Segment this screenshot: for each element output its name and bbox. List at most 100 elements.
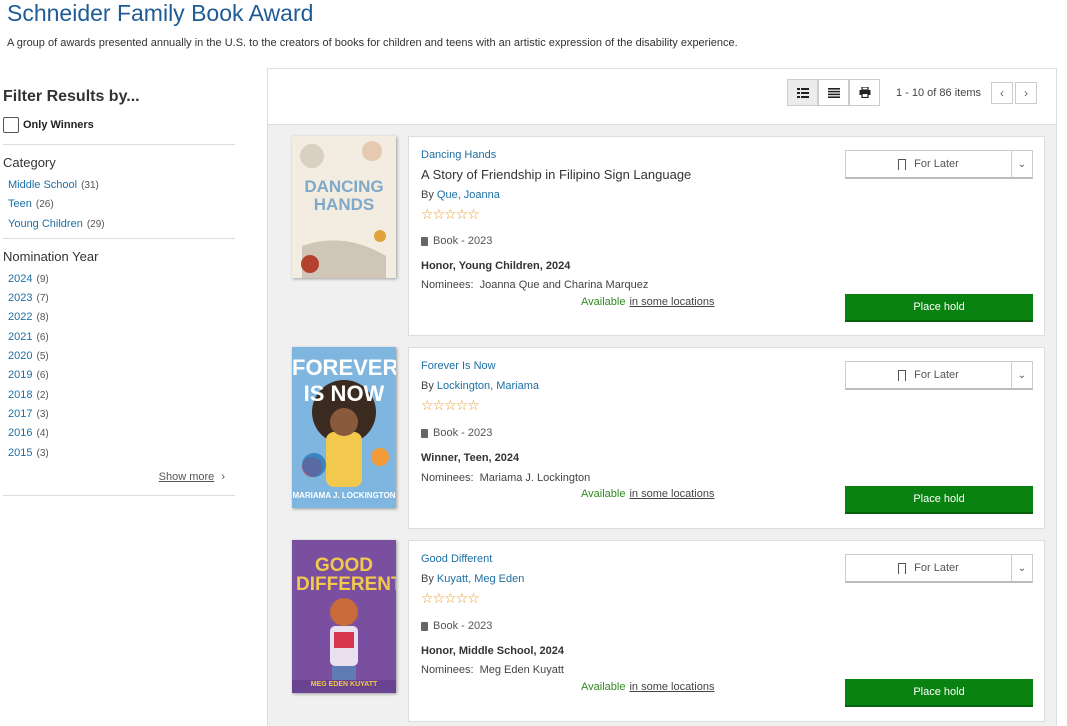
chevron-down-icon: ⌄	[1017, 562, 1027, 574]
by-label: By	[421, 573, 434, 585]
list-detail-icon	[796, 87, 809, 98]
book-cover[interactable]: FOREVER IS NOW MARIAMA J. LOCKINGTON	[292, 347, 396, 508]
subtitle: A Story of Friendship in Filipino Sign L…	[421, 167, 692, 182]
result-card: Dancing Hands A Story of Friendship in F…	[408, 136, 1045, 336]
availability: Available in some locations	[581, 488, 714, 500]
year-link[interactable]: 2023	[8, 292, 32, 304]
title-link[interactable]: Dancing Hands	[421, 149, 496, 161]
format-label: Book - 2023	[433, 235, 493, 247]
year-item[interactable]: 2019 (6)	[8, 366, 235, 385]
year-link[interactable]: 2016	[8, 427, 32, 439]
year-link[interactable]: 2015	[8, 447, 32, 459]
rating-stars[interactable]: ☆☆☆☆☆	[421, 397, 480, 414]
cover-author: MEG EDEN KUYATT	[310, 681, 378, 688]
year-count: (3)	[36, 408, 49, 420]
for-later-button[interactable]: For Later	[845, 554, 1012, 583]
pagination-summary: 1 - 10 of 86 items	[896, 87, 981, 99]
title-link[interactable]: Forever Is Now	[421, 360, 496, 372]
nominees-label: Nominees:	[421, 279, 474, 291]
byline: By Kuyatt, Meg Eden	[421, 573, 524, 585]
place-hold-button[interactable]: Place hold	[845, 679, 1033, 707]
book-cover[interactable]: GOOD DIFFERENT MEG EDEN KUYATT	[292, 540, 396, 693]
list-icon	[827, 87, 840, 98]
page-title: Schneider Family Book Award	[7, 0, 314, 26]
chevron-left-icon: ‹	[1000, 86, 1004, 100]
only-winners-filter[interactable]: Only Winners	[3, 116, 235, 134]
bookmark-icon	[898, 562, 907, 574]
year-item[interactable]: 2018 (2)	[8, 386, 235, 405]
locations-link[interactable]: in some locations	[629, 296, 714, 308]
show-more-label: Show more	[158, 470, 215, 483]
chevron-down-icon: ⌄	[1017, 369, 1027, 381]
grid-view-button[interactable]	[787, 79, 818, 106]
place-hold-button[interactable]: Place hold	[845, 294, 1033, 322]
print-button[interactable]	[849, 79, 880, 106]
category-item[interactable]: Teen (26)	[8, 195, 235, 214]
award-info: Winner, Teen, 2024	[421, 452, 520, 464]
locations-link[interactable]: in some locations	[629, 488, 714, 500]
award-info: Honor, Young Children, 2024	[421, 260, 571, 272]
rating-stars[interactable]: ☆☆☆☆☆	[421, 206, 480, 223]
year-link[interactable]: 2019	[8, 369, 32, 381]
only-winners-checkbox[interactable]	[3, 117, 19, 133]
year-item[interactable]: 2023 (7)	[8, 289, 235, 308]
locations-link[interactable]: in some locations	[629, 681, 714, 693]
place-hold-button[interactable]: Place hold	[845, 486, 1033, 514]
year-link[interactable]: 2018	[8, 389, 32, 401]
nominees: Nominees: Joanna Que and Charina Marquez	[421, 279, 648, 291]
format-info: Book - 2023	[421, 427, 492, 439]
cover-title: GOOD DIFFERENT	[296, 555, 396, 595]
year-count: (8)	[36, 312, 49, 324]
for-later-dropdown[interactable]: ⌄	[1011, 554, 1033, 583]
category-count: (31)	[81, 180, 99, 191]
list-view-button[interactable]	[818, 79, 849, 106]
author-link[interactable]: Lockington, Mariama	[437, 380, 539, 392]
year-link[interactable]: 2021	[8, 331, 32, 343]
category-link[interactable]: Middle School	[8, 179, 77, 191]
year-item[interactable]: 2017 (3)	[8, 405, 235, 424]
for-later-button[interactable]: For Later	[845, 361, 1012, 390]
year-item[interactable]: 2022 (8)	[8, 308, 235, 327]
for-later-button[interactable]: For Later	[845, 150, 1012, 179]
year-item[interactable]: 2015 (3)	[8, 444, 235, 463]
divider	[3, 494, 235, 496]
by-label: By	[421, 380, 434, 392]
year-count: (6)	[36, 331, 49, 343]
book-icon	[421, 428, 428, 438]
year-item[interactable]: 2021 (6)	[8, 328, 235, 347]
year-link[interactable]: 2024	[8, 273, 32, 285]
cover-title: FOREVER IS NOW	[292, 355, 396, 406]
chevron-down-icon: ⌄	[1017, 158, 1027, 170]
title-link[interactable]: Good Different	[421, 553, 492, 565]
year-item[interactable]: 2016 (4)	[8, 424, 235, 443]
for-later-dropdown[interactable]: ⌄	[1011, 361, 1033, 390]
format-info: Book - 2023	[421, 620, 492, 632]
year-link[interactable]: 2017	[8, 408, 32, 420]
results-panel: 1 - 10 of 86 items ‹ › DANCING HANDS Dan…	[267, 68, 1057, 726]
format-info: Book - 2023	[421, 235, 492, 247]
year-item[interactable]: 2024 (9)	[8, 270, 235, 289]
category-item[interactable]: Young Children (29)	[8, 215, 235, 234]
category-link[interactable]: Teen	[8, 198, 32, 210]
category-link[interactable]: Young Children	[8, 218, 83, 230]
year-link[interactable]: 2020	[8, 350, 32, 362]
author-link[interactable]: Que, Joanna	[437, 189, 500, 201]
only-winners-label: Only Winners	[23, 119, 94, 131]
nominees: Nominees: Meg Eden Kuyatt	[421, 664, 564, 676]
previous-page-button[interactable]: ‹	[991, 82, 1013, 104]
for-later-label: For Later	[914, 369, 959, 381]
rating-stars[interactable]: ☆☆☆☆☆	[421, 590, 480, 607]
year-list: 2024 (9) 2023 (7) 2022 (8) 2021 (6) 2020 (5) …	[3, 270, 235, 463]
year-item[interactable]: 2020 (5)	[8, 347, 235, 366]
category-item[interactable]: Middle School (31)	[8, 176, 235, 195]
author-link[interactable]: Kuyatt, Meg Eden	[437, 573, 524, 585]
year-link[interactable]: 2022	[8, 311, 32, 323]
for-later-dropdown[interactable]: ⌄	[1011, 150, 1033, 179]
next-page-button[interactable]: ›	[1015, 82, 1037, 104]
book-cover[interactable]: DANCING HANDS	[292, 136, 396, 278]
nominees: Nominees: Mariama J. Lockington	[421, 472, 590, 484]
category-list: Middle School (31) Teen (26) Young Childre…	[3, 176, 235, 234]
year-count: (5)	[36, 351, 49, 363]
year-count: (2)	[36, 389, 49, 401]
show-more-button[interactable]: Show more ›	[3, 471, 225, 483]
